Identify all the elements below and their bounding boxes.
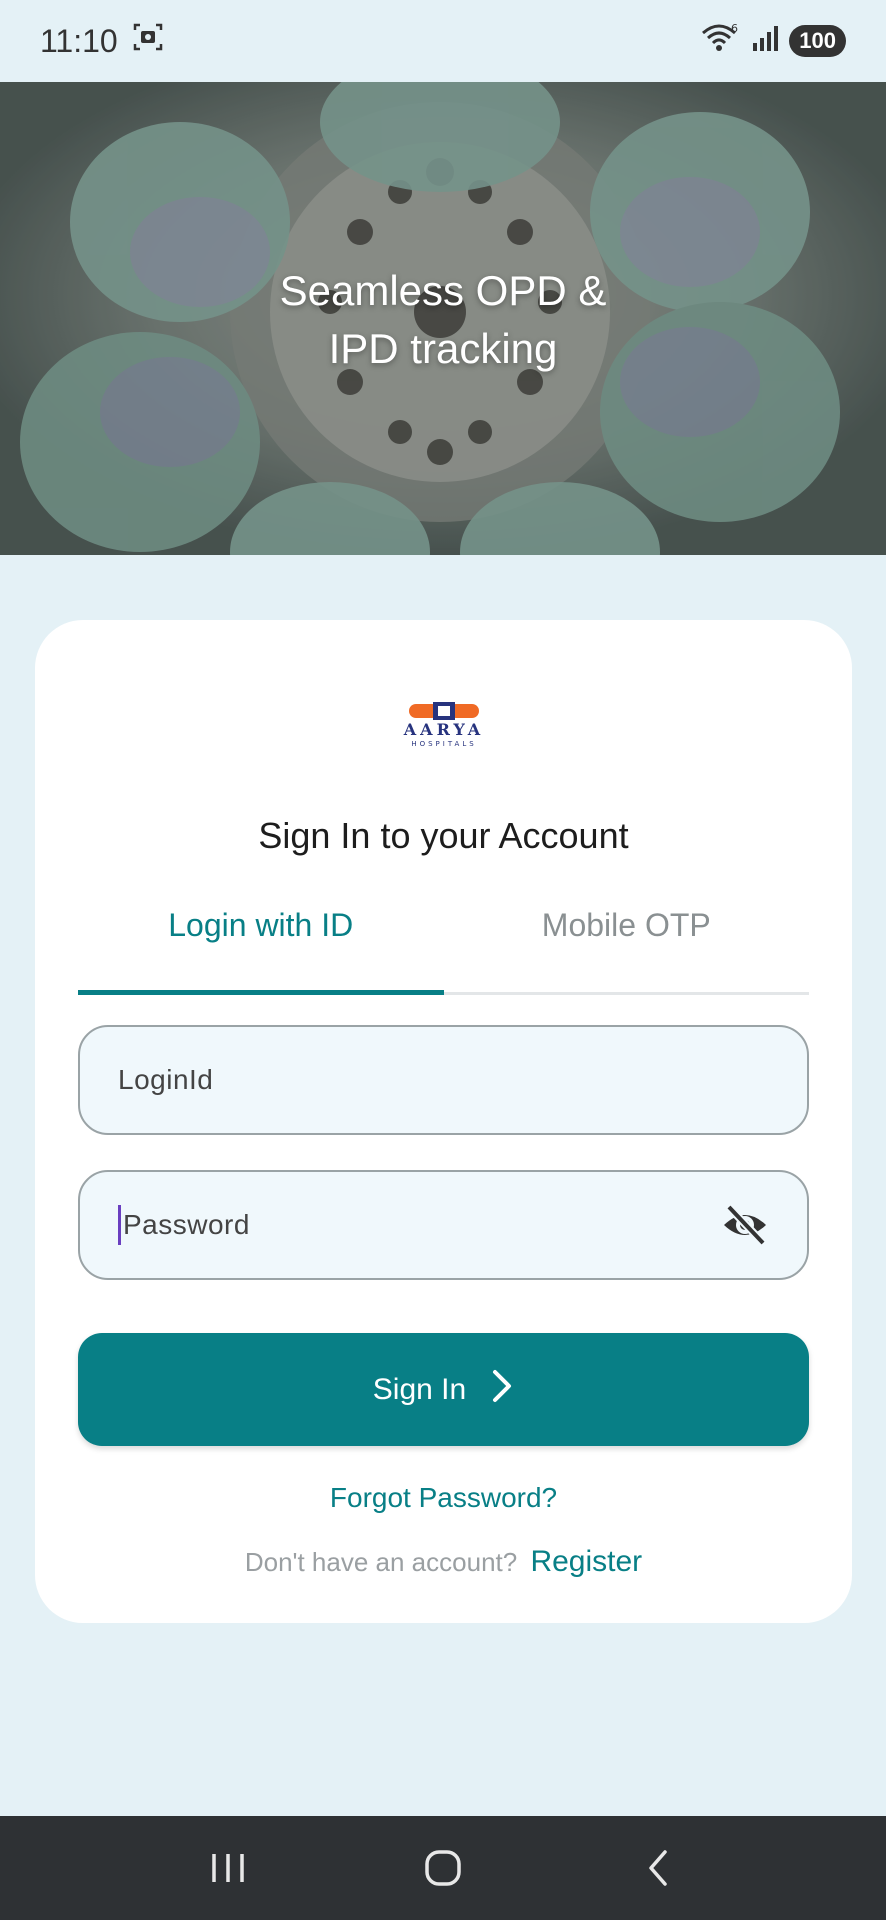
login-tabs: Login with ID Mobile OTP xyxy=(78,895,809,995)
signin-title: Sign In to your Account xyxy=(258,815,629,856)
register-link[interactable]: Register xyxy=(530,1545,642,1578)
password-field-container xyxy=(78,1170,809,1280)
login-id-field-container xyxy=(78,1025,809,1135)
wifi-icon: 6 xyxy=(701,22,741,60)
status-time: 11:10 xyxy=(40,22,118,59)
back-icon[interactable] xyxy=(628,1838,688,1898)
hero-title: Seamless OPD & IPD tracking xyxy=(279,267,607,372)
sign-in-button[interactable]: Sign In xyxy=(78,1333,809,1446)
eye-off-icon[interactable] xyxy=(721,1201,769,1249)
system-nav-bar xyxy=(0,1816,886,1920)
screenshot-icon xyxy=(132,21,164,61)
signal-icon xyxy=(751,25,779,58)
tab-mobile-otp[interactable]: Mobile OTP xyxy=(444,895,810,992)
sign-in-label: Sign In xyxy=(372,1372,467,1406)
logo-sub-text: HOSPITALS xyxy=(411,740,476,748)
login-id-input[interactable] xyxy=(118,1064,769,1096)
status-right: 6 100 xyxy=(701,22,846,60)
logo-brand-text: AARYA xyxy=(403,720,484,739)
status-left: 11:10 xyxy=(40,21,164,61)
signin-card: AARYA HOSPITALS Sign In to your Account … xyxy=(35,620,852,1623)
forgot-password-link[interactable]: Forgot Password? xyxy=(35,1482,852,1514)
home-icon[interactable] xyxy=(413,1838,473,1898)
status-bar: 11:10 6 100 xyxy=(0,0,886,82)
password-input[interactable] xyxy=(123,1209,721,1241)
aarya-hospitals-logo: AARYA HOSPITALS xyxy=(385,702,503,750)
recent-apps-icon[interactable] xyxy=(198,1838,258,1898)
tab-login-with-id[interactable]: Login with ID xyxy=(78,895,444,995)
hero-banner: Seamless OPD & IPD tracking xyxy=(0,82,886,555)
svg-text:6: 6 xyxy=(731,23,738,35)
chevron-right-icon xyxy=(490,1368,514,1412)
register-prompt-text: Don't have an account? xyxy=(244,1547,518,1577)
register-prompt-line: Don't have an account? Register xyxy=(35,1545,852,1579)
battery-icon: 100 xyxy=(789,25,846,57)
text-caret xyxy=(118,1205,121,1245)
